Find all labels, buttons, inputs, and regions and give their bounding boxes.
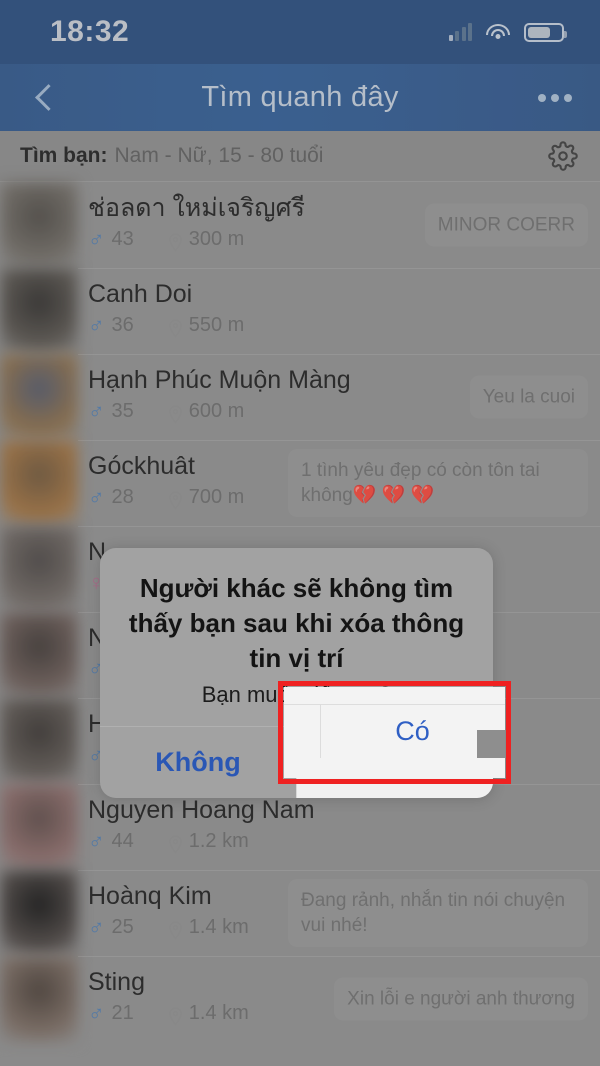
dialog-title: Người khác sẽ không tìm thấy bạn sau khi… (128, 573, 465, 673)
dialog-cancel-button[interactable]: Không (100, 727, 296, 798)
modal-scrim[interactable] (0, 0, 600, 1066)
phone-screen: 18:32 Tìm quanh đây Tìm bạn: Nam - Nữ, 1… (0, 0, 600, 1066)
dialog-confirm-button-highlighted[interactable]: Có (284, 687, 505, 778)
